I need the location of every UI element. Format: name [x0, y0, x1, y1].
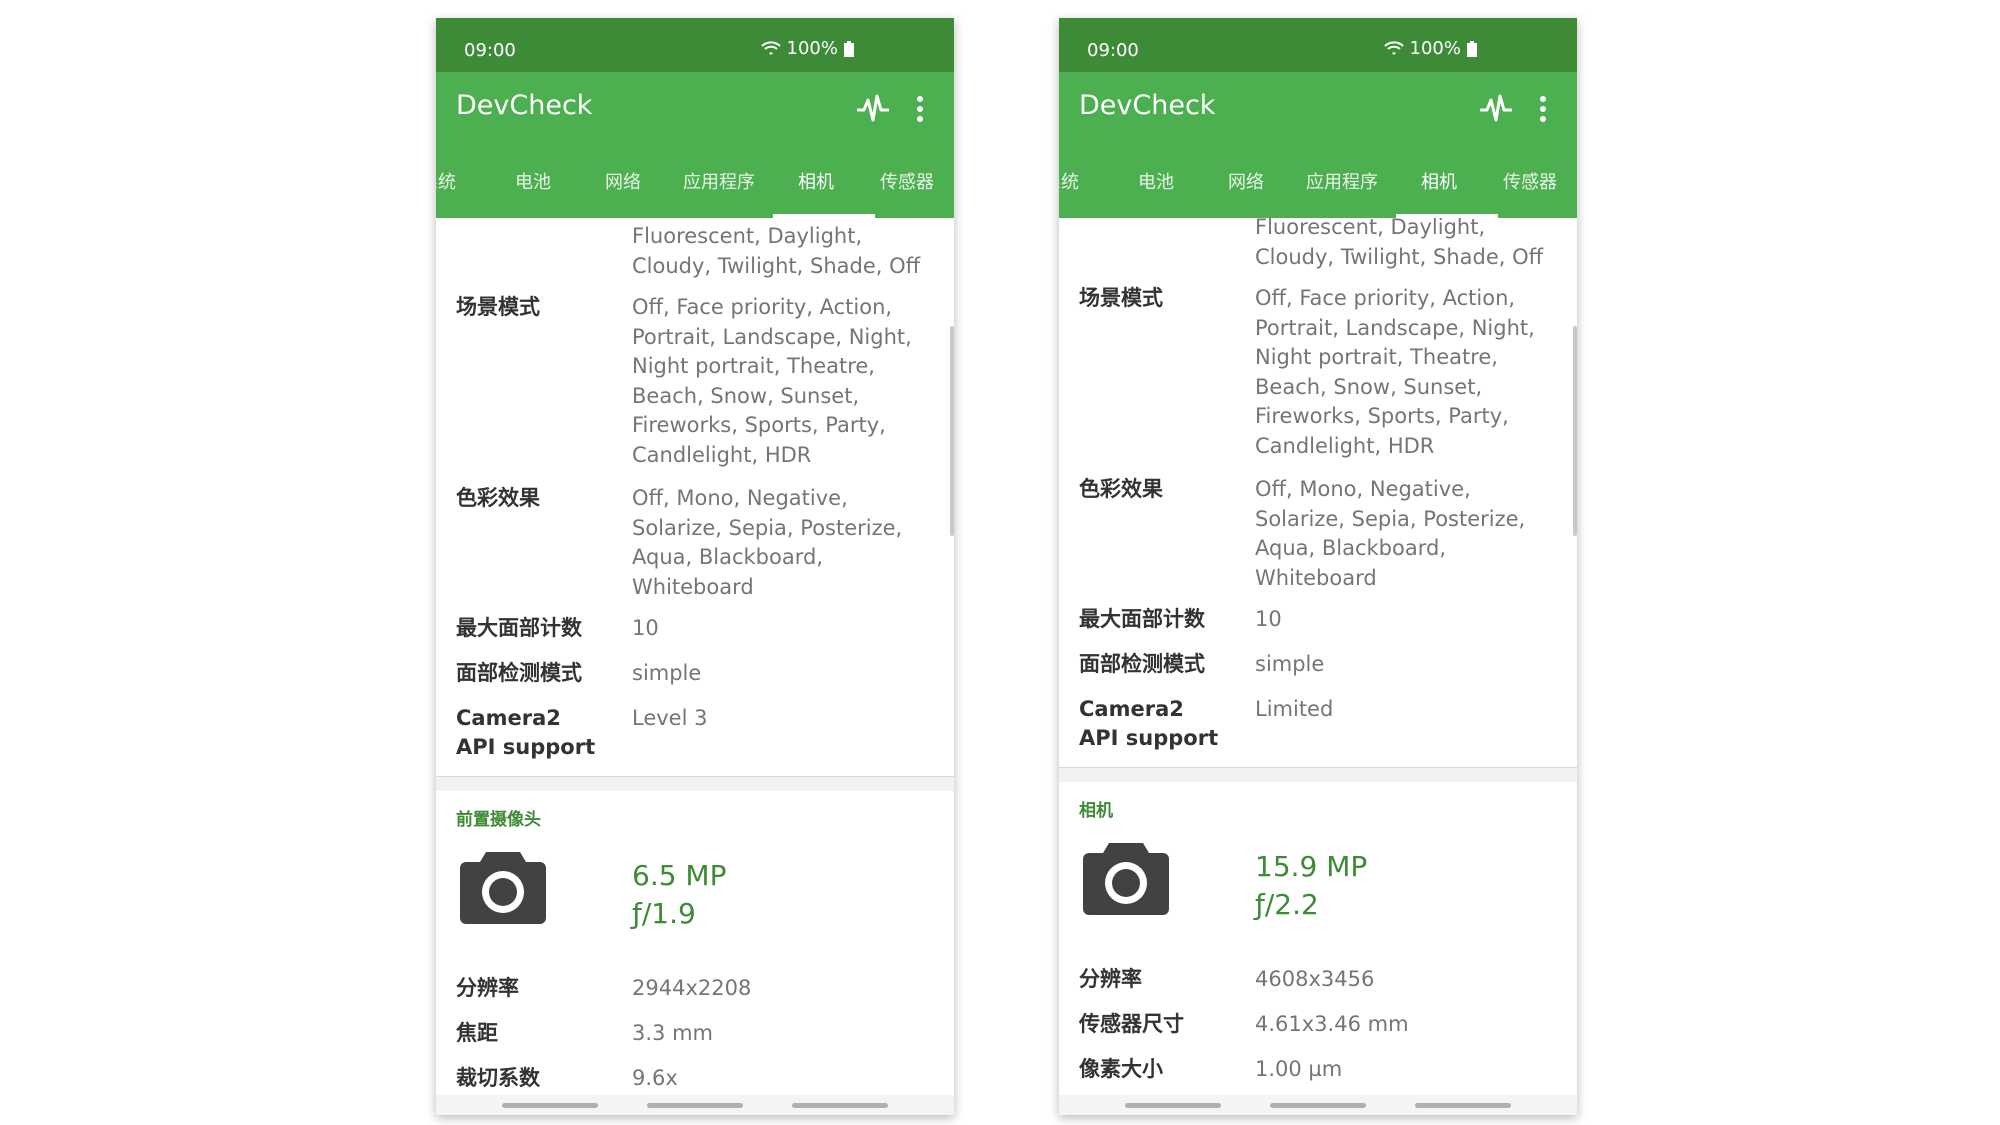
app-bar: DevCheck: [436, 72, 954, 146]
aperture: ƒ/2.2: [1255, 888, 1319, 921]
gesture-nav-bar: [1059, 1095, 1577, 1115]
label: Camera2 API support: [1079, 697, 1219, 750]
value: Limited: [1255, 697, 1334, 721]
value: 4.61x3.46 mm: [1255, 1012, 1409, 1036]
nav-handle[interactable]: [1270, 1103, 1366, 1108]
more-vert-icon[interactable]: [1537, 94, 1549, 124]
value: Off, Mono, Negative, Solarize, Sepia, Po…: [632, 486, 903, 599]
status-time: 09:00: [1087, 40, 1139, 61]
gesture-nav-bar: [436, 1095, 954, 1115]
label: 分辨率: [456, 976, 519, 1000]
label: Camera2 API support: [456, 706, 596, 759]
nav-handle[interactable]: [502, 1103, 598, 1108]
battery-percent: 100%: [1409, 38, 1461, 59]
value: 1.00 µm: [1255, 1057, 1343, 1081]
value: Fluorescent, Daylight, Cloudy, Twilight,…: [632, 224, 921, 278]
section-title: 相机: [1079, 801, 1113, 821]
label: 最大面部计数: [1079, 607, 1205, 631]
label: 色彩效果: [456, 486, 540, 510]
aperture: ƒ/1.9: [632, 897, 696, 930]
value: 2944x2208: [632, 976, 752, 1000]
pulse-icon[interactable]: [856, 92, 890, 126]
camera-icon: [1083, 843, 1169, 915]
value: 4608x3456: [1255, 967, 1375, 991]
nav-handle[interactable]: [1125, 1103, 1221, 1108]
tab-camera[interactable]: 相机: [798, 168, 834, 194]
phone-screen-right: 09:00 100% DevCheck 系统 电池 网络 应用程序 相机: [1059, 18, 1577, 1115]
label: 像素大小: [1079, 1057, 1163, 1081]
tab-network[interactable]: 网络: [605, 168, 641, 194]
status-bar: 09:00 100%: [436, 18, 954, 72]
label: 最大面部计数: [456, 616, 582, 640]
tab-apps[interactable]: 应用程序: [1306, 168, 1378, 194]
label: 场景模式: [456, 295, 540, 319]
value: Off, Face priority, Action, Portrait, La…: [1255, 286, 1535, 458]
value: simple: [632, 661, 702, 685]
nav-handle[interactable]: [647, 1103, 743, 1108]
wifi-icon: [1383, 40, 1404, 55]
label: 裁切系数: [456, 1066, 540, 1090]
megapixels: 15.9 MP: [1255, 850, 1368, 883]
status-bar: 09:00 100%: [1059, 18, 1577, 72]
tab-bar: 系统 电池 网络 应用程序 相机 传感器: [1059, 146, 1577, 218]
nav-handle[interactable]: [1415, 1103, 1511, 1108]
value: 10: [1255, 607, 1282, 631]
value: Fluorescent, Daylight, Cloudy, Twilight,…: [1255, 218, 1544, 269]
label: 场景模式: [1079, 286, 1163, 310]
label: 分辨率: [1079, 967, 1142, 991]
megapixels: 6.5 MP: [632, 859, 727, 892]
value: 3.3 mm: [632, 1021, 713, 1045]
value: 10: [632, 616, 659, 640]
value: Level 3: [632, 706, 708, 730]
value: simple: [1255, 652, 1325, 676]
wifi-icon: [760, 40, 781, 55]
camera-details[interactable]: Fluorescent, Daylight, Cloudy, Twilight,…: [436, 218, 954, 1113]
tab-system[interactable]: 系统: [436, 168, 456, 194]
pulse-icon[interactable]: [1479, 92, 1513, 126]
battery-percent: 100%: [786, 38, 838, 59]
nav-handle[interactable]: [792, 1103, 888, 1108]
value: Off, Mono, Negative, Solarize, Sepia, Po…: [1255, 477, 1526, 590]
tab-camera[interactable]: 相机: [1421, 168, 1457, 194]
app-title: DevCheck: [456, 90, 593, 121]
battery-icon: [844, 40, 854, 57]
more-vert-icon[interactable]: [914, 94, 926, 124]
scrollbar[interactable]: [950, 326, 954, 536]
battery-icon: [1467, 40, 1477, 57]
app-bar: DevCheck: [1059, 72, 1577, 146]
divider: [436, 776, 954, 791]
tab-bar: 系统 电池 网络 应用程序 相机 传感器: [436, 146, 954, 218]
tab-battery[interactable]: 电池: [515, 168, 551, 194]
status-time: 09:00: [464, 40, 516, 61]
phone-screen-left: 09:00 100% DevCheck 系统 电池 网络 应用程序 相机: [436, 18, 954, 1115]
tab-sensors[interactable]: 传感器: [1503, 168, 1557, 194]
tab-network[interactable]: 网络: [1228, 168, 1264, 194]
scrollbar[interactable]: [1573, 326, 1577, 536]
camera-icon: [460, 852, 546, 924]
camera-details[interactable]: Fluorescent, Daylight, Cloudy, Twilight,…: [1059, 218, 1577, 1113]
label: 焦距: [456, 1021, 498, 1045]
divider: [1059, 767, 1577, 782]
value: 9.6x: [632, 1066, 678, 1090]
tab-system[interactable]: 系统: [1059, 168, 1079, 194]
label: 传感器尺寸: [1079, 1012, 1184, 1036]
tab-apps[interactable]: 应用程序: [683, 168, 755, 194]
value: Off, Face priority, Action, Portrait, La…: [632, 295, 912, 467]
section-title: 前置摄像头: [456, 810, 541, 830]
tab-sensors[interactable]: 传感器: [880, 168, 934, 194]
label: 面部检测模式: [1079, 652, 1205, 676]
label: 色彩效果: [1079, 477, 1163, 501]
tab-battery[interactable]: 电池: [1138, 168, 1174, 194]
app-title: DevCheck: [1079, 90, 1216, 121]
label: 面部检测模式: [456, 661, 582, 685]
